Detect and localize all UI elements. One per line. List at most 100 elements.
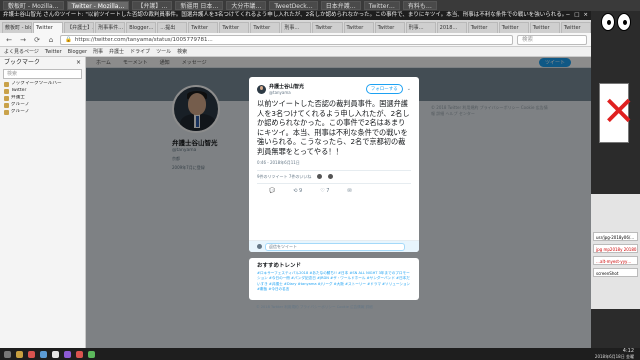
xkill-window[interactable]: ✕ (599, 83, 636, 143)
bookmarks-toolbar: よく見るページ Twitter Blogger 刑事 弁護士 ドライブ ツール 検索 (0, 47, 591, 57)
os-top-taskbar: 敷板町 - Mozilla… Twitter - Mozilla… 【弁護】… 新疆用… (0, 0, 640, 11)
tweet-timestamp[interactable]: 0:46 - 2018年6月11日 (249, 157, 419, 166)
taskbar-window-button[interactable]: 【弁護】… (132, 1, 173, 10)
folder-icon (4, 88, 9, 94)
tweet-avatar[interactable] (257, 84, 266, 94)
taskbar-window-button[interactable]: 日本弁護… (320, 1, 361, 10)
terminal-icon[interactable] (40, 350, 47, 358)
browser-tab[interactable]: Twitter (467, 22, 498, 33)
reply-icon[interactable]: 💬 (269, 188, 275, 194)
tweet-modal: 弁護士谷山智光 @tanyama フォローする ⌄ 以前ツイートした否認の裁判員… (249, 77, 419, 252)
trends-panel: おすすめトレンド #ロキサーフェスティバル2018 #あたなの勝ち!! #日本 … (249, 258, 419, 300)
browser-tab[interactable]: Twitter (498, 22, 529, 33)
taskbar-window-button[interactable]: 敷板町 - Mozilla… (3, 1, 64, 10)
network-icon[interactable] (76, 350, 83, 358)
bookmark-toolbar-item[interactable]: よく見るページ (4, 48, 39, 55)
bookmark-toolbar-item[interactable]: Blogger (68, 49, 87, 55)
follow-button[interactable]: フォローする (365, 84, 403, 94)
file-panel-row[interactable]: …alt-myest-yyy… (593, 256, 638, 265)
bookmark-item[interactable]: Twitter (0, 88, 85, 95)
browser-tab[interactable]: 刑事… (281, 22, 312, 33)
tweet-actions: 💬 ⟲ 9 ♡ 7 ✉ (249, 184, 419, 194)
taskbar-window-button[interactable]: Twitter… (363, 1, 400, 10)
sidebar-header: ブックマーク × (0, 57, 85, 68)
firefox-icon[interactable] (28, 350, 35, 358)
browser-tab[interactable]: Twitter (560, 22, 591, 33)
browser-tab[interactable]: Twitter (188, 22, 219, 33)
like-icon[interactable]: ♡ 7 (320, 188, 329, 194)
sidebar-title: ブックマーク (4, 59, 41, 66)
reply-input[interactable]: 返信をツイート (265, 242, 405, 251)
browser-tab[interactable]: 敷板町 - blo… (2, 22, 33, 33)
media-icon[interactable] (64, 350, 71, 358)
liker-avatar[interactable] (317, 174, 323, 180)
bookmark-item[interactable]: ブックマークツールバー (0, 81, 85, 88)
tweet-author-name[interactable]: 弁護士谷山智光 (269, 83, 366, 90)
browser-tab[interactable]: 刑事… (405, 22, 436, 33)
taskbar-window-button[interactable]: TweetDeck… (269, 1, 318, 10)
browser-tab[interactable]: 2018… (436, 22, 467, 33)
browser-tab[interactable]: 刑事事件… (95, 22, 126, 33)
forward-button[interactable]: → (18, 36, 28, 44)
home-button[interactable]: ⌂ (46, 36, 56, 44)
browser-tab[interactable]: Twitter (374, 22, 405, 33)
bookmark-toolbar-item[interactable]: 弁護士 (109, 48, 124, 55)
minimize-button[interactable]: − (566, 11, 571, 20)
x-icon: ✕ (602, 89, 636, 135)
back-button[interactable]: ← (4, 36, 14, 44)
bookmark-toolbar-item[interactable]: ツール (156, 48, 171, 55)
liker-avatar[interactable] (328, 174, 334, 180)
os-bottom-taskbar: 4:12 2018年6月18日 金曜 (0, 348, 640, 360)
desktop-screen: 敷板町 - Mozilla… Twitter - Mozilla… 【弁護】… 新疆用… (0, 0, 640, 360)
clock[interactable]: 4:12 2018年6月18日 金曜 (594, 349, 634, 360)
browser-tab[interactable]: 【弁護士】… (64, 22, 95, 33)
bookmark-toolbar-item[interactable]: Twitter (45, 49, 62, 55)
taskbar-window-button[interactable]: 有料も… (402, 1, 437, 10)
apps-menu-icon[interactable] (4, 350, 11, 358)
browser-tab[interactable]: Twitter (250, 22, 281, 33)
url-bar[interactable]: 🔒 https://twitter.com/tanyama/status/1005… (60, 34, 513, 45)
editor-icon[interactable] (52, 350, 59, 358)
browser-tab[interactable]: Twitter (312, 22, 343, 33)
bookmark-toolbar-item[interactable]: 検索 (177, 48, 187, 55)
close-button[interactable]: × (583, 11, 588, 20)
battery-icon[interactable] (88, 350, 95, 358)
window-controls: − □ × (566, 11, 591, 20)
taskbar-window-button[interactable]: Twitter - Mozilla… (66, 1, 130, 10)
sidebar-search-input[interactable]: 検索 (3, 69, 82, 79)
chevron-down-icon[interactable]: ⌄ (407, 86, 411, 92)
tweet-author-handle: @tanyama (269, 90, 291, 95)
sidebar-close-icon[interactable]: × (76, 57, 81, 68)
browser-tab[interactable]: Twitter (529, 22, 560, 33)
retweet-icon[interactable]: ⟲ 9 (293, 188, 302, 194)
search-input[interactable]: 検索 (517, 34, 587, 45)
clock-date: 2018年6月18日 金曜 (594, 354, 634, 359)
taskbar-window-button[interactable]: 大分市議… (226, 1, 267, 10)
tweet-stats-text[interactable]: 9件のリツイート 7件のいいね (257, 174, 311, 180)
twitter-page: ホーム モーメント 通知 メッセージ ツイート 弁護士谷山智光 @tanyama… (86, 57, 591, 348)
trends-list[interactable]: #ロキサーフェスティバル2018 #あたなの勝ち!! #日本 #SN ALL N… (257, 271, 411, 293)
eye-icon (616, 13, 631, 31)
file-panel-row[interactable]: screenShot (593, 268, 638, 277)
browser-tab[interactable]: …提出 (157, 22, 188, 33)
bookmark-toolbar-item[interactable]: ドライブ (130, 48, 150, 55)
message-icon[interactable]: ✉ (347, 188, 351, 194)
xeyes-widget (591, 11, 640, 33)
bookmarks-sidebar: ブックマーク × 検索 ブックマークツールバー4620の日本 at mixi…h… (0, 57, 86, 348)
bookmark-item[interactable]: グループ (0, 109, 85, 116)
bookmark-toolbar-item[interactable]: 刑事 (93, 48, 103, 55)
maximize-button[interactable]: □ (574, 11, 579, 20)
bookmark-item[interactable]: グループ (0, 102, 85, 109)
browser-tab[interactable]: Twitter (33, 22, 64, 33)
reload-button[interactable]: ⟳ (32, 36, 42, 44)
browser-tab[interactable]: Blogger… (126, 22, 157, 33)
files-icon[interactable] (16, 350, 23, 358)
file-panel-row[interactable]: usr/jpg-2018y06/... (593, 232, 638, 241)
lock-icon: 🔒 (65, 36, 72, 43)
browser-tab[interactable]: Twitter (343, 22, 374, 33)
file-panel-row[interactable]: jpg mp2018y 20180... (593, 244, 638, 253)
taskbar-window-button[interactable]: 新疆用 日本… (175, 1, 224, 10)
browser-tab[interactable]: Twitter (219, 22, 250, 33)
bookmark-item[interactable]: 弁護士 (0, 95, 85, 102)
firefox-window: 弁護士谷山智光 さんのツイート: "以前ツイートした否認の裁判員事件。国選弁護人… (0, 11, 591, 348)
